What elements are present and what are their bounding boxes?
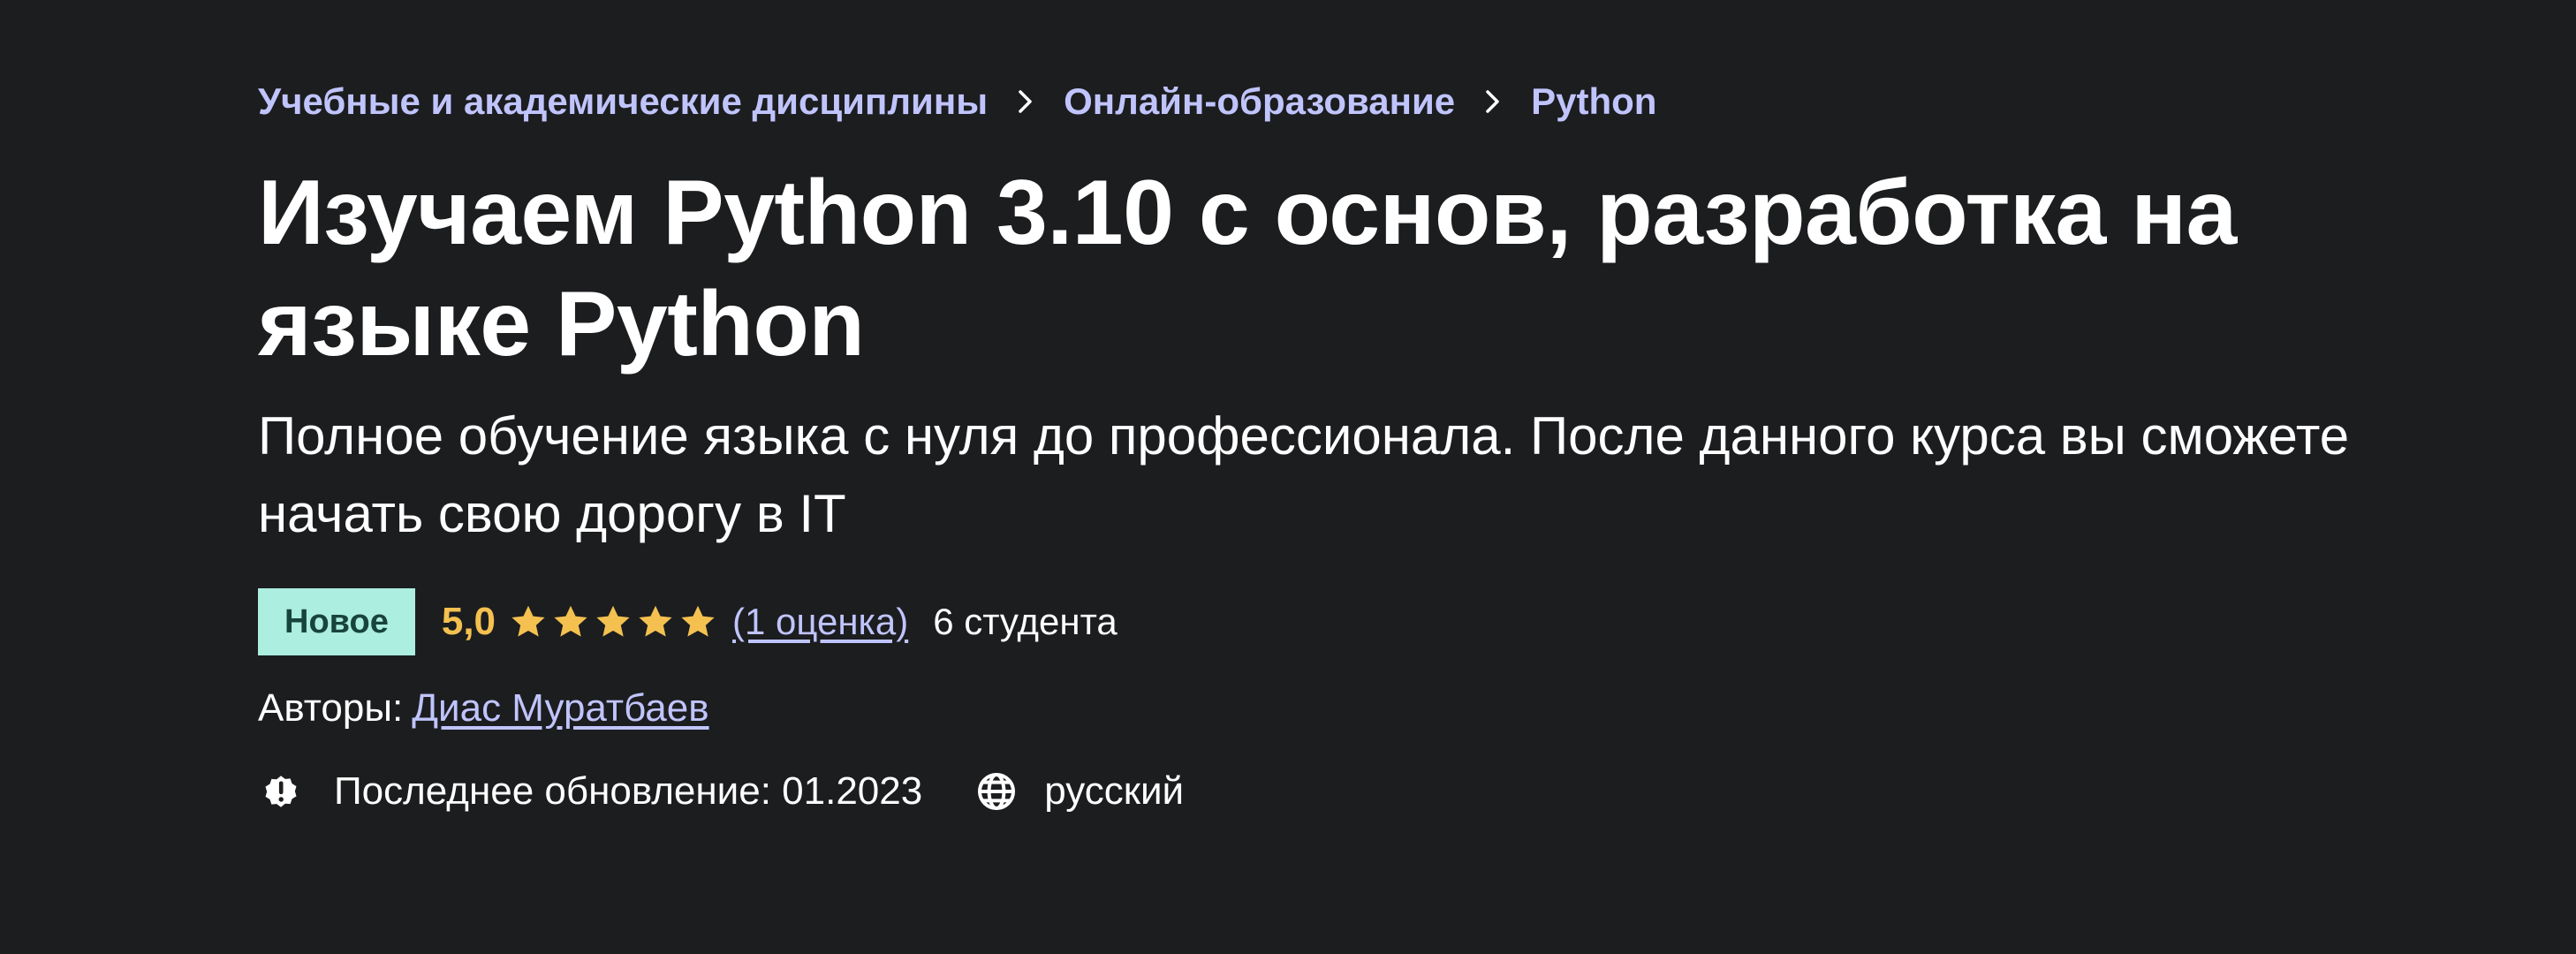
last-updated: Последнее обновление: 01.2023 [334,769,923,813]
rating-value: 5,0 [441,600,496,643]
star-icon [639,605,672,637]
new-badge: Новое [258,588,415,655]
author-link[interactable]: Диас Муратбаев [412,686,708,731]
student-count: 6 студента [933,601,1118,642]
course-subtitle: Полное обучение языка с нуля до професси… [258,406,2350,543]
star-icon [596,605,630,637]
course-header-content: Учебные и академические дисциплины Онлай… [258,69,2396,818]
breadcrumb-item-online-education[interactable]: Онлайн-образование [1064,80,1455,123]
course-language: русский [1044,769,1185,813]
star-icon [681,605,715,637]
rating-row: Новое 5,0 (1 оценка) 6 студента [258,588,2396,655]
chevron-right-icon [988,88,1064,115]
authors-row: Авторы: Диас Муратбаев [258,682,2396,735]
star-icon [554,605,587,637]
alert-badge-icon [258,768,304,814]
star-icon [511,605,545,637]
breadcrumb-item-python[interactable]: Python [1531,80,1656,123]
breadcrumb-item-academics[interactable]: Учебные и академические дисциплины [258,80,988,123]
chevron-right-icon [1455,88,1531,115]
course-title: Изучаем Python 3.10 с основ, разработка … [258,162,2237,375]
breadcrumb: Учебные и академические дисциплины Онлай… [258,69,2396,134]
meta-row: Последнее обновление: 01.2023 русский [258,765,2396,818]
authors-label: Авторы: [258,686,404,730]
course-header: Учебные и академические дисциплины Онлай… [0,0,2576,954]
globe-icon [974,768,1019,814]
star-rating [508,602,718,642]
rating-count-link[interactable]: (1 оценка) [732,601,908,643]
